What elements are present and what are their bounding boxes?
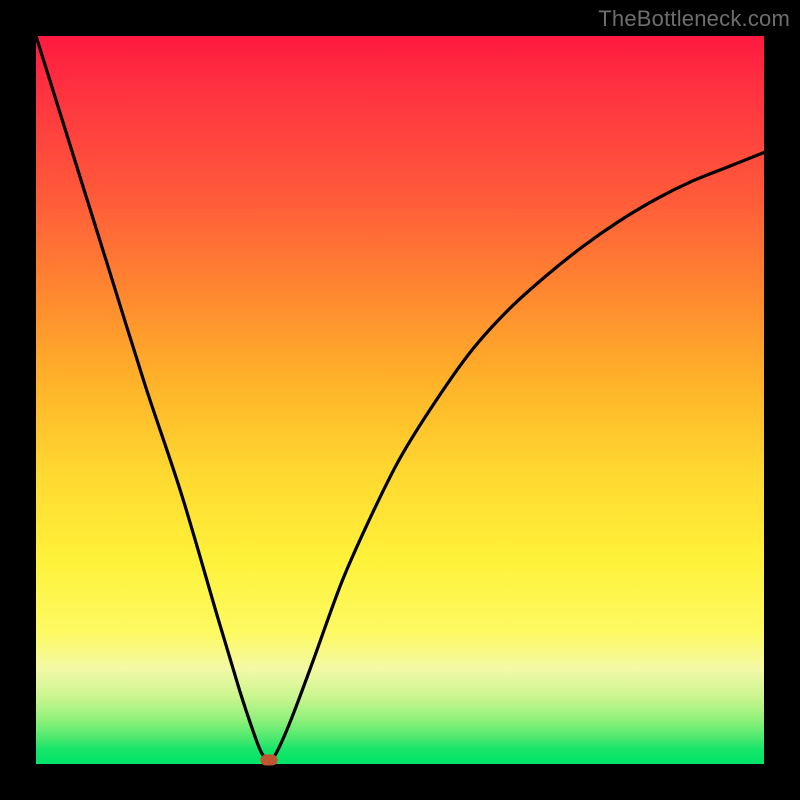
curve-svg: [36, 36, 764, 764]
bottleneck-curve: [36, 36, 764, 760]
optimal-point-marker: [260, 755, 277, 766]
chart-frame: TheBottleneck.com: [0, 0, 800, 800]
plot-area: [36, 36, 764, 764]
watermark-text: TheBottleneck.com: [598, 6, 790, 32]
